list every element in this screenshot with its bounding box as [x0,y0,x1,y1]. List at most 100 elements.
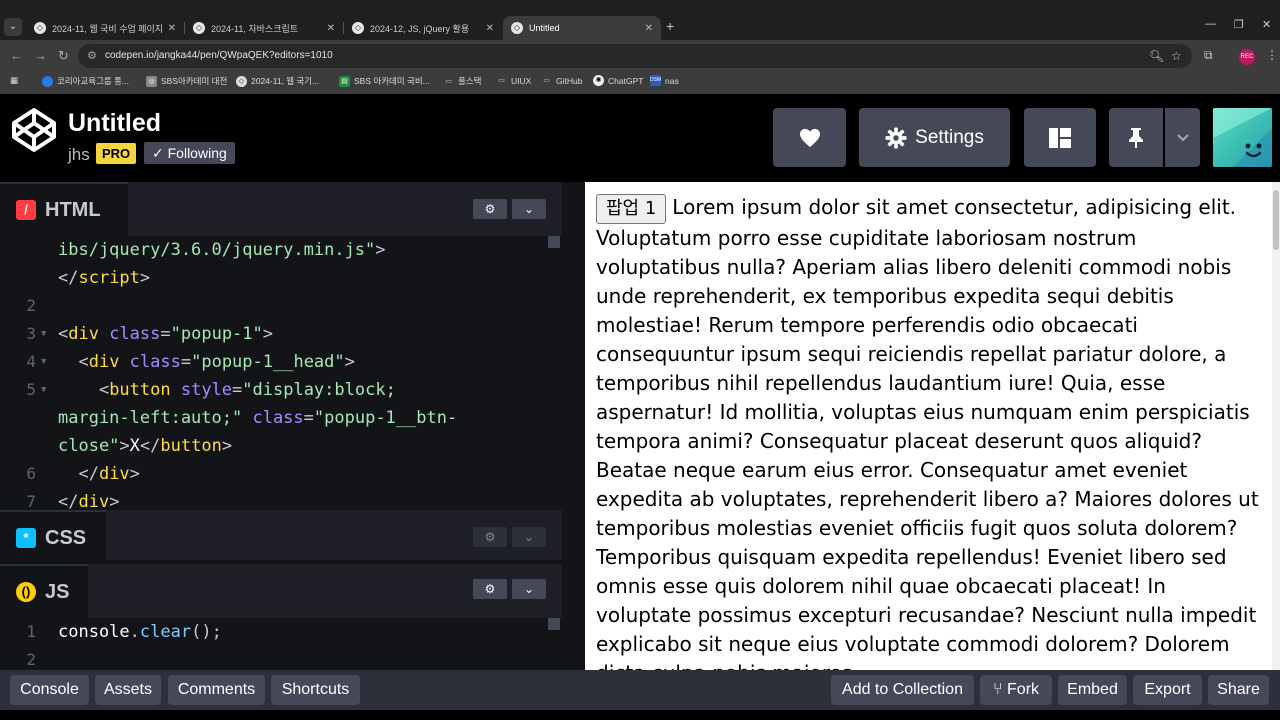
bookmark-item[interactable]: DSM nas [650,75,679,86]
css-editor-header: * CSS ⚙ ⌄ [0,510,562,564]
code-token: = [303,408,314,428]
layout-icon [1049,127,1071,148]
minimize-icon[interactable]: — [1205,18,1216,30]
css-collapse-button[interactable]: ⌄ [512,527,546,547]
bookmark-item[interactable]: ▭ 풀스택 [443,75,481,87]
tab-close-icon[interactable]: ✕ [327,23,335,34]
profile-label: REC [1240,54,1254,60]
zoom-icon[interactable]: 🔍︎ [1149,49,1164,63]
window-close-icon[interactable]: ✕ [1262,18,1271,31]
pen-title[interactable]: Untitled [68,109,161,138]
html-code-editor[interactable]: ibs/jquery/3.6.0/jquery.min.js"> </script… [0,236,562,510]
js-editor-tab[interactable]: () JS [0,564,88,618]
browser-tab-label: 2024-12, JS, jQuery 활용 [370,23,470,34]
codepen-logo-icon[interactable] [10,106,58,154]
css-editor-tab[interactable]: * CSS [0,510,106,564]
preview-scrollbar-thumb[interactable] [1273,190,1279,250]
editor-panels: / HTML ⚙ ⌄ ibs/jquery/3.6.0/jquery.min.j… [0,182,585,670]
bookmark-item[interactable]: ▭ GitHub [541,75,582,86]
js-collapse-button[interactable]: ⌄ [512,579,546,599]
fold-arrow-icon[interactable]: ▼ [41,376,46,404]
settings-button[interactable]: Settings [859,108,1010,167]
pin-button[interactable] [1109,108,1163,167]
forward-arrow-icon[interactable]: → [34,48,47,63]
html-settings-button[interactable]: ⚙ [473,199,507,219]
fork-button[interactable]: ⑂ Fork [980,675,1052,705]
layout-button[interactable] [1024,108,1096,167]
fold-arrow-icon[interactable]: ▼ [41,320,46,348]
console-button[interactable]: Console [10,675,89,705]
reload-icon[interactable]: ↻ [58,48,69,64]
html-editor-header: / HTML ⚙ ⌄ [0,182,562,236]
code-token: script [78,268,140,288]
pin-icon [1129,127,1143,148]
bookmark-item[interactable]: ▭ UIUX [496,75,531,86]
html-collapse-button[interactable]: ⌄ [512,199,546,219]
export-button[interactable]: Export [1133,675,1202,705]
share-button[interactable]: Share [1208,675,1269,705]
browser-tab[interactable]: ◇ 2024-12, JS, jQuery 활용 ✕ [344,16,502,40]
love-button[interactable] [773,108,846,167]
comments-button[interactable]: Comments [168,675,265,705]
bookmark-item[interactable]: 코리아교육그룹 통... [42,75,129,87]
embed-button[interactable]: Embed [1058,675,1127,705]
code-token: > [375,240,386,260]
tab-close-icon[interactable]: ✕ [645,23,653,34]
pro-badge: PRO [96,143,137,164]
bookmark-item[interactable]: ✺ ChatGPT [593,75,643,86]
code-token: = [180,352,192,372]
user-avatar[interactable] [1213,108,1272,167]
extensions-icon[interactable]: ⧉ [1204,48,1213,63]
shortcuts-button[interactable]: Shortcuts [271,675,360,705]
browser-tab[interactable]: ◇ 2024-11, 웹 국비 수업 페이지 ✕ [26,16,184,40]
code-token: </ [58,464,99,484]
code-token: class [119,352,181,372]
bookmark-item[interactable]: ▤ SBS 아카데미 국비... [339,75,430,87]
code-token: div [88,352,120,372]
codepen-header: Untitled jhs PRO ✓ Following Settings [0,94,1280,182]
code-token: > [344,352,355,372]
back-arrow-icon[interactable]: ← [10,48,23,63]
author-name[interactable]: jhs [68,145,90,165]
code-token: div [98,464,130,484]
address-bar[interactable]: ⚙ codepen.io/jangka44/pen/QWpaQEK?editor… [78,44,1192,68]
assets-button[interactable]: Assets [95,675,161,705]
bookmark-item[interactable]: ◎ SBS아카데미 대전 [146,75,227,87]
tab-close-icon[interactable]: ✕ [168,23,176,34]
fold-arrow-icon[interactable]: ▼ [41,348,46,376]
bookmark-star-icon[interactable]: ☆ [1171,49,1182,63]
html-editor-scrollbar-thumb[interactable] [548,236,560,248]
new-tab-icon[interactable]: + [666,18,674,34]
line-number: 2 [26,650,36,669]
js-editor-scrollbar-thumb[interactable] [548,618,560,630]
html-editor-tab[interactable]: / HTML [0,182,128,236]
js-settings-button[interactable]: ⚙ [473,579,507,599]
pin-dropdown-button[interactable] [1165,108,1200,167]
line-number: 6 [26,464,36,483]
js-code-editor[interactable]: 1 console.clear(); 2 [0,618,562,670]
html-editor-label: HTML [45,198,101,221]
code-token: close" [58,436,120,456]
add-to-collection-button[interactable]: Add to Collection [831,675,974,705]
apps-grid-icon[interactable]: ▦ [10,75,18,86]
address-bar-row: ← → ↻ ⚙ codepen.io/jangka44/pen/QWpaQEK?… [0,40,1280,72]
popup-1-button[interactable]: 팝업 1 [596,194,667,224]
check-icon: ✓ [152,145,168,161]
site-info-icon[interactable]: ⚙ [87,49,97,62]
restore-icon[interactable]: ❐ [1234,18,1244,31]
js-editor-header: () JS ⚙ ⌄ [0,564,562,618]
profile-avatar[interactable]: REC [1239,49,1255,65]
editor-preview-resizer[interactable] [562,182,585,670]
url-text[interactable]: codepen.io/jangka44/pen/QWpaQEK?editors=… [105,50,333,61]
tab-search-chevron-icon[interactable]: ⌄ [4,18,22,36]
browser-tab[interactable]: ◇ 2024-11, 자바스크립트 ✕ [185,16,343,40]
browser-menu-icon[interactable]: ⋮ [1266,48,1278,62]
bookmark-item[interactable]: ◇ 2024-11, 웹 국기... [236,75,319,87]
browser-tab-active[interactable]: ◇ Untitled ✕ [503,16,661,40]
following-button[interactable]: ✓ Following [144,142,235,164]
tab-close-icon[interactable]: ✕ [486,23,494,34]
gear-icon [885,126,907,149]
codepen-footer: Console Assets Comments Shortcuts Add to… [0,670,1280,710]
css-settings-button[interactable]: ⚙ [473,527,507,547]
preview-scrollbar[interactable] [1272,182,1280,670]
